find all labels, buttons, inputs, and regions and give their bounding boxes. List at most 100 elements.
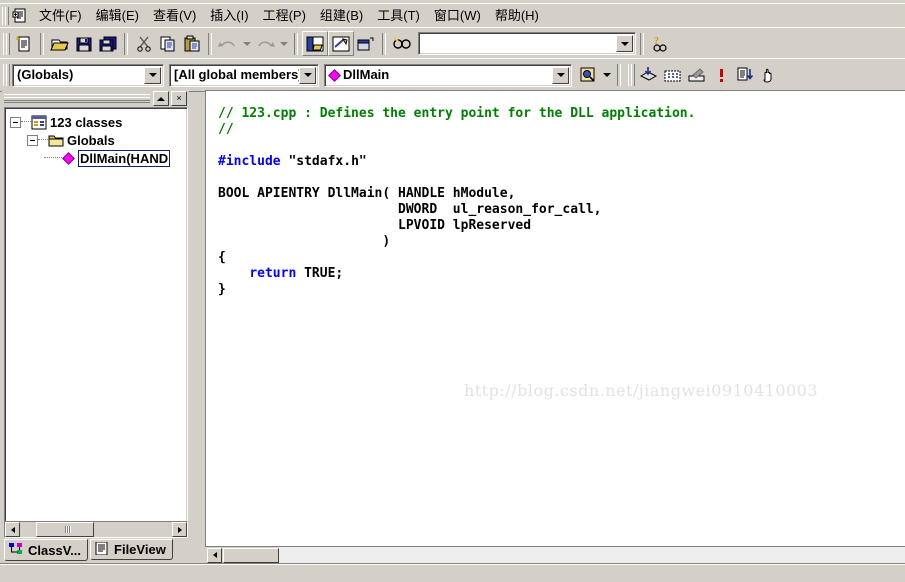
- redo-dropdown-icon[interactable]: [277, 32, 290, 55]
- workspace-window-icon[interactable]: [302, 31, 328, 56]
- menu-view[interactable]: 查看(V): [146, 6, 203, 26]
- mdi-document-icon[interactable]: [12, 8, 28, 24]
- workspace-drag-grip[interactable]: [4, 94, 150, 103]
- undo-dropdown-icon[interactable]: [240, 32, 253, 55]
- drag-hand-icon[interactable]: [757, 64, 781, 87]
- menu-edit[interactable]: 编辑(E): [89, 6, 146, 26]
- tree-item-globals[interactable]: Globals: [5, 131, 187, 149]
- menu-tools[interactable]: 工具(T): [370, 6, 427, 26]
- status-bar: [0, 563, 905, 582]
- wizardbar-grip[interactable]: [2, 63, 10, 87]
- go-to-definition-icon[interactable]: [637, 64, 661, 87]
- menu-insert[interactable]: 插入(I): [203, 6, 255, 26]
- wizardbar-grip-2[interactable]: [627, 63, 635, 87]
- code-token: //: [218, 122, 234, 137]
- menu-build[interactable]: 组建(B): [313, 6, 370, 26]
- standard-toolbar: ?: [0, 27, 905, 59]
- classview-tree[interactable]: 123 classes Globals DllMain(HAND: [4, 107, 188, 523]
- code-token: TRUE;: [296, 266, 344, 281]
- code-token: BOOL APIENTRY DllMain( HANDLE hModule,: [218, 186, 516, 201]
- help-search-icon[interactable]: ?: [648, 32, 672, 55]
- code-token: return: [249, 266, 297, 281]
- scroll-left-button[interactable]: [5, 522, 20, 537]
- source-code[interactable]: // 123.cpp : Defines the entry point for…: [218, 106, 695, 298]
- output-window-icon[interactable]: [328, 31, 354, 56]
- close-icon[interactable]: ×: [171, 91, 187, 106]
- undo-icon[interactable]: [216, 32, 240, 55]
- open-folder-icon[interactable]: [48, 32, 72, 55]
- menu-build-label: 组建(B): [319, 8, 364, 23]
- menu-project[interactable]: 工程(P): [256, 6, 313, 26]
- folder-icon: [48, 133, 64, 148]
- tree-item-dllmain[interactable]: DllMain(HAND: [5, 149, 187, 167]
- magenta-diamond-icon: [328, 68, 341, 82]
- window-list-icon[interactable]: [354, 32, 378, 55]
- expand-toggle-icon[interactable]: [10, 116, 21, 128]
- members-combo-value: [All global members]: [174, 67, 300, 82]
- editor-scroll-left-button[interactable]: [207, 547, 222, 563]
- code-token: #include: [218, 154, 281, 169]
- new-class-icon[interactable]: [661, 64, 685, 87]
- redo-icon[interactable]: [253, 32, 277, 55]
- workspace-hscrollbar[interactable]: [4, 521, 188, 538]
- classes-icon: [31, 115, 47, 130]
- expand-toggle-icon[interactable]: [27, 134, 38, 146]
- new-file-icon[interactable]: [12, 32, 36, 55]
- magenta-diamond-icon: [62, 151, 75, 165]
- menu-insert-label: 插入(I): [210, 8, 249, 23]
- member-combo[interactable]: DllMain: [324, 63, 572, 87]
- code-token: // 123.cpp : Defines the entry point for…: [218, 106, 696, 121]
- wizardbar-action-icon[interactable]: [576, 64, 600, 87]
- menu-view-label: 查看(V): [152, 8, 197, 23]
- code-token: "stdafx.h": [280, 154, 367, 169]
- tree-connector: [44, 157, 62, 159]
- member-combo-dropdown-icon[interactable]: [552, 66, 569, 84]
- selection-margin[interactable]: [206, 91, 214, 546]
- copy-icon[interactable]: [156, 32, 180, 55]
- error-marker-icon[interactable]: [709, 64, 733, 87]
- code-token: ): [218, 234, 391, 249]
- menu-help[interactable]: 帮助(H): [488, 6, 546, 26]
- find-in-files-icon[interactable]: [390, 32, 414, 55]
- member-combo-value: DllMain: [343, 67, 390, 82]
- classview-icon: [9, 542, 25, 558]
- search-combo-dropdown-icon[interactable]: [616, 35, 633, 52]
- menu-file-label: 文件(F): [39, 8, 82, 23]
- next-item-icon[interactable]: [733, 64, 757, 87]
- menu-window[interactable]: 窗口(W): [427, 6, 488, 26]
- tab-fileview[interactable]: FileView: [90, 539, 173, 560]
- scroll-right-button[interactable]: [172, 522, 187, 537]
- toolbar-separator: [40, 32, 44, 55]
- code-editor[interactable]: // 123.cpp : Defines the entry point for…: [205, 90, 905, 546]
- code-token: }: [218, 282, 226, 297]
- class-combo-dropdown-icon[interactable]: [144, 66, 161, 84]
- scroll-thumb[interactable]: [36, 522, 94, 537]
- code-token: {: [218, 250, 226, 265]
- tree-item-classes[interactable]: 123 classes: [5, 113, 187, 131]
- save-all-icon[interactable]: [96, 32, 120, 55]
- class-combo[interactable]: (Globals): [12, 63, 164, 87]
- menu-file[interactable]: 文件(F): [32, 6, 89, 26]
- tab-fileview-label: FileView: [114, 542, 166, 557]
- members-combo-dropdown-icon[interactable]: [299, 66, 316, 84]
- tab-classview[interactable]: ClassV...: [4, 539, 89, 561]
- menu-window-label: 窗口(W): [433, 8, 481, 23]
- wizardbar-dropdown-icon[interactable]: [600, 64, 613, 87]
- menubar-grip[interactable]: [1, 6, 9, 26]
- tab-classview-label: ClassV...: [28, 542, 82, 558]
- cut-scissors-icon[interactable]: [132, 32, 156, 55]
- editor-hscrollbar[interactable]: [205, 546, 905, 563]
- code-token: LPVOID lpReserved: [218, 218, 532, 233]
- tree-item-globals-label: Globals: [67, 132, 115, 148]
- members-combo[interactable]: [All global members]: [169, 63, 319, 87]
- toolbar-grip[interactable]: [2, 32, 10, 56]
- paste-icon[interactable]: [180, 32, 204, 55]
- search-combo[interactable]: [418, 32, 636, 55]
- dock-pin-icon[interactable]: [153, 91, 169, 106]
- save-icon[interactable]: [72, 32, 96, 55]
- menu-bar: 文件(F) 编辑(E) 查看(V) 插入(I) 工程(P) 组建(B) 工具(T…: [0, 3, 905, 28]
- editor-scroll-track[interactable]: [279, 547, 905, 563]
- add-function-icon[interactable]: [685, 64, 709, 87]
- editor-scroll-thumb[interactable]: [223, 547, 279, 563]
